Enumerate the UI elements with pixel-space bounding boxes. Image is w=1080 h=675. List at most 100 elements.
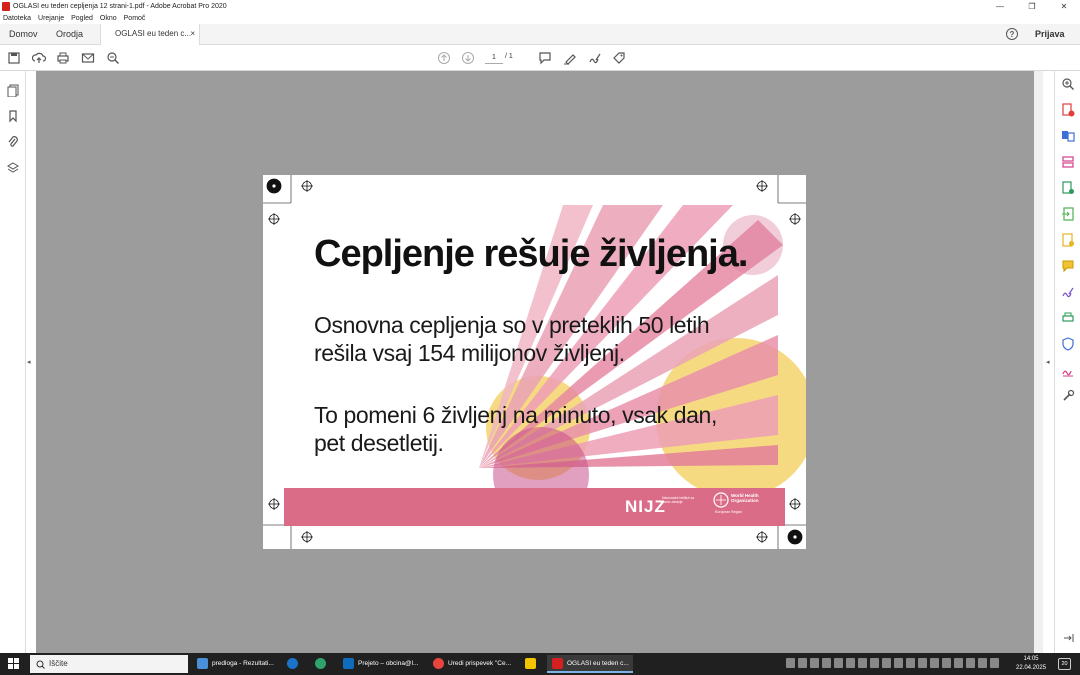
tray-icon[interactable] bbox=[942, 658, 951, 668]
left-navigation-rail bbox=[0, 71, 26, 653]
taskbar-item-label: Prejeto – obcina@l... bbox=[358, 660, 419, 667]
windows-start-icon[interactable] bbox=[8, 658, 19, 669]
system-tray[interactable] bbox=[786, 658, 1011, 670]
vertical-scrollbar[interactable] bbox=[1034, 71, 1043, 653]
tab-document[interactable]: OGLASI eu teden c... × bbox=[100, 24, 200, 45]
scan-ocr-icon[interactable] bbox=[1061, 233, 1075, 247]
print-icon[interactable] bbox=[56, 51, 70, 65]
page-thumbnails-icon[interactable] bbox=[6, 83, 20, 97]
body-paragraph-1: Osnovna cepljenja so v preteklih 50 leti… bbox=[314, 312, 710, 366]
tray-icon[interactable] bbox=[846, 658, 855, 668]
page-total: / 1 bbox=[505, 53, 513, 60]
windows-taskbar: Iščite predloga - Rezultati... Prejeto –… bbox=[0, 653, 1080, 675]
zoom-in-icon[interactable] bbox=[1061, 77, 1075, 91]
save-icon[interactable] bbox=[7, 51, 21, 65]
comment-icon[interactable] bbox=[538, 51, 552, 65]
tray-icon[interactable] bbox=[930, 658, 939, 668]
tray-icon[interactable] bbox=[990, 658, 999, 668]
layers-icon[interactable] bbox=[6, 161, 20, 175]
taskbar-item-chrome[interactable]: Uredi prispevek "Ce... bbox=[428, 655, 516, 673]
more-tools-icon[interactable] bbox=[1061, 389, 1075, 403]
combine-files-icon[interactable] bbox=[1061, 129, 1075, 143]
close-button[interactable]: ✕ bbox=[1048, 0, 1080, 13]
tab-document-label: OGLASI eu teden c... bbox=[115, 29, 192, 38]
collapse-left-panel-icon[interactable]: ◂ bbox=[27, 358, 31, 366]
help-icon[interactable]: ? bbox=[1006, 28, 1018, 40]
create-pdf-icon[interactable] bbox=[1061, 103, 1075, 117]
tab-close-icon[interactable]: × bbox=[190, 29, 195, 38]
tray-icon[interactable] bbox=[858, 658, 867, 668]
tab-tools[interactable]: Orodja bbox=[56, 29, 83, 39]
notification-center-icon[interactable]: 20 bbox=[1058, 658, 1071, 670]
menu-file[interactable]: Datoteka bbox=[3, 15, 31, 22]
taskbar-clock[interactable]: 14:05 22.04.2025 bbox=[1016, 655, 1046, 673]
menu-window[interactable]: Okno bbox=[100, 15, 117, 22]
file-explorer-icon bbox=[197, 658, 208, 669]
bookmark-icon[interactable] bbox=[6, 109, 20, 123]
tray-icon[interactable] bbox=[786, 658, 795, 668]
email-icon[interactable] bbox=[81, 51, 95, 65]
export-pdf-icon[interactable] bbox=[1061, 207, 1075, 221]
menu-view[interactable]: Pogled bbox=[71, 15, 93, 22]
edit-pdf-icon[interactable] bbox=[1061, 181, 1075, 195]
tray-icon[interactable] bbox=[882, 658, 891, 668]
tray-icon[interactable] bbox=[894, 658, 903, 668]
tray-icon[interactable] bbox=[978, 658, 987, 668]
tab-home[interactable]: Domov bbox=[9, 29, 38, 39]
headline: Cepljenje rešuje življenja. bbox=[314, 233, 748, 275]
menu-edit[interactable]: Urejanje bbox=[38, 15, 64, 22]
taskbar-item-edge[interactable] bbox=[310, 655, 336, 673]
sign-icon[interactable] bbox=[588, 51, 602, 65]
edge-icon bbox=[287, 658, 298, 669]
tray-icon[interactable] bbox=[906, 658, 915, 668]
taskbar-item-files[interactable]: predloga - Rezultati... bbox=[192, 655, 278, 673]
expand-panel-icon[interactable] bbox=[1061, 631, 1075, 645]
protect-icon[interactable] bbox=[1061, 337, 1075, 351]
comment-tool-icon[interactable] bbox=[1061, 259, 1075, 273]
pdf-page: Cepljenje rešuje življenja. Osnovna cepl… bbox=[263, 175, 806, 549]
next-page-icon[interactable] bbox=[461, 51, 475, 65]
fill-sign-icon[interactable] bbox=[1061, 285, 1075, 299]
search-placeholder: Iščite bbox=[49, 659, 68, 668]
attachment-icon[interactable] bbox=[6, 135, 20, 149]
window-controls: — ❐ ✕ bbox=[984, 0, 1080, 13]
minimize-button[interactable]: — bbox=[984, 0, 1016, 13]
taskbar-item-label: predloga - Rezultati... bbox=[212, 660, 274, 667]
right-tools-rail bbox=[1054, 71, 1080, 653]
tray-icon[interactable] bbox=[918, 658, 927, 668]
cloud-upload-icon[interactable] bbox=[32, 51, 46, 65]
taskbar-item-label: Uredi prispevek "Ce... bbox=[448, 660, 511, 667]
tray-icon[interactable] bbox=[954, 658, 963, 668]
stamp-tag-icon[interactable] bbox=[612, 51, 626, 65]
restore-button[interactable]: ❐ bbox=[1016, 0, 1048, 13]
tray-icon[interactable] bbox=[810, 658, 819, 668]
collapse-right-panel-icon[interactable]: ◂ bbox=[1046, 358, 1050, 366]
taskbar-item-outlook[interactable]: Prejeto – obcina@l... bbox=[338, 655, 424, 673]
print-production-icon[interactable] bbox=[1061, 311, 1075, 325]
zoom-search-icon[interactable] bbox=[106, 51, 120, 65]
page-number-input[interactable]: 1 bbox=[485, 51, 503, 64]
menu-help[interactable]: Pomoč bbox=[124, 15, 146, 22]
signin-button[interactable]: Prijava bbox=[1035, 29, 1065, 39]
search-icon bbox=[36, 660, 45, 669]
tray-icon[interactable] bbox=[822, 658, 831, 668]
taskbar-search-input[interactable]: Iščite bbox=[30, 655, 188, 673]
taskbar-item-notes[interactable] bbox=[520, 655, 544, 673]
tray-icon[interactable] bbox=[870, 658, 879, 668]
organize-pages-icon[interactable] bbox=[1061, 155, 1075, 169]
tray-icon[interactable] bbox=[798, 658, 807, 668]
taskbar-item-acrobat[interactable]: OGLASI eu teden c... bbox=[547, 655, 633, 673]
highlight-pen-icon[interactable] bbox=[563, 51, 577, 65]
nijz-logo: NIJZ bbox=[625, 497, 666, 516]
request-signature-icon[interactable] bbox=[1061, 363, 1075, 377]
tray-icon[interactable] bbox=[834, 658, 843, 668]
menu-bar: Datoteka Urejanje Pogled Okno Pomoč bbox=[0, 13, 1080, 24]
acrobat-icon bbox=[2, 2, 10, 11]
taskbar-item-edge-legacy[interactable] bbox=[282, 655, 308, 673]
footer-band bbox=[284, 488, 785, 526]
body-paragraph-2: To pomeni 6 življenj na minuto, vsak dan… bbox=[314, 402, 717, 456]
tab-bar: Domov Orodja OGLASI eu teden c... × ? Pr… bbox=[0, 24, 1080, 45]
acrobat-taskbar-icon bbox=[552, 658, 563, 669]
prev-page-icon[interactable] bbox=[437, 51, 451, 65]
tray-icon[interactable] bbox=[966, 658, 975, 668]
